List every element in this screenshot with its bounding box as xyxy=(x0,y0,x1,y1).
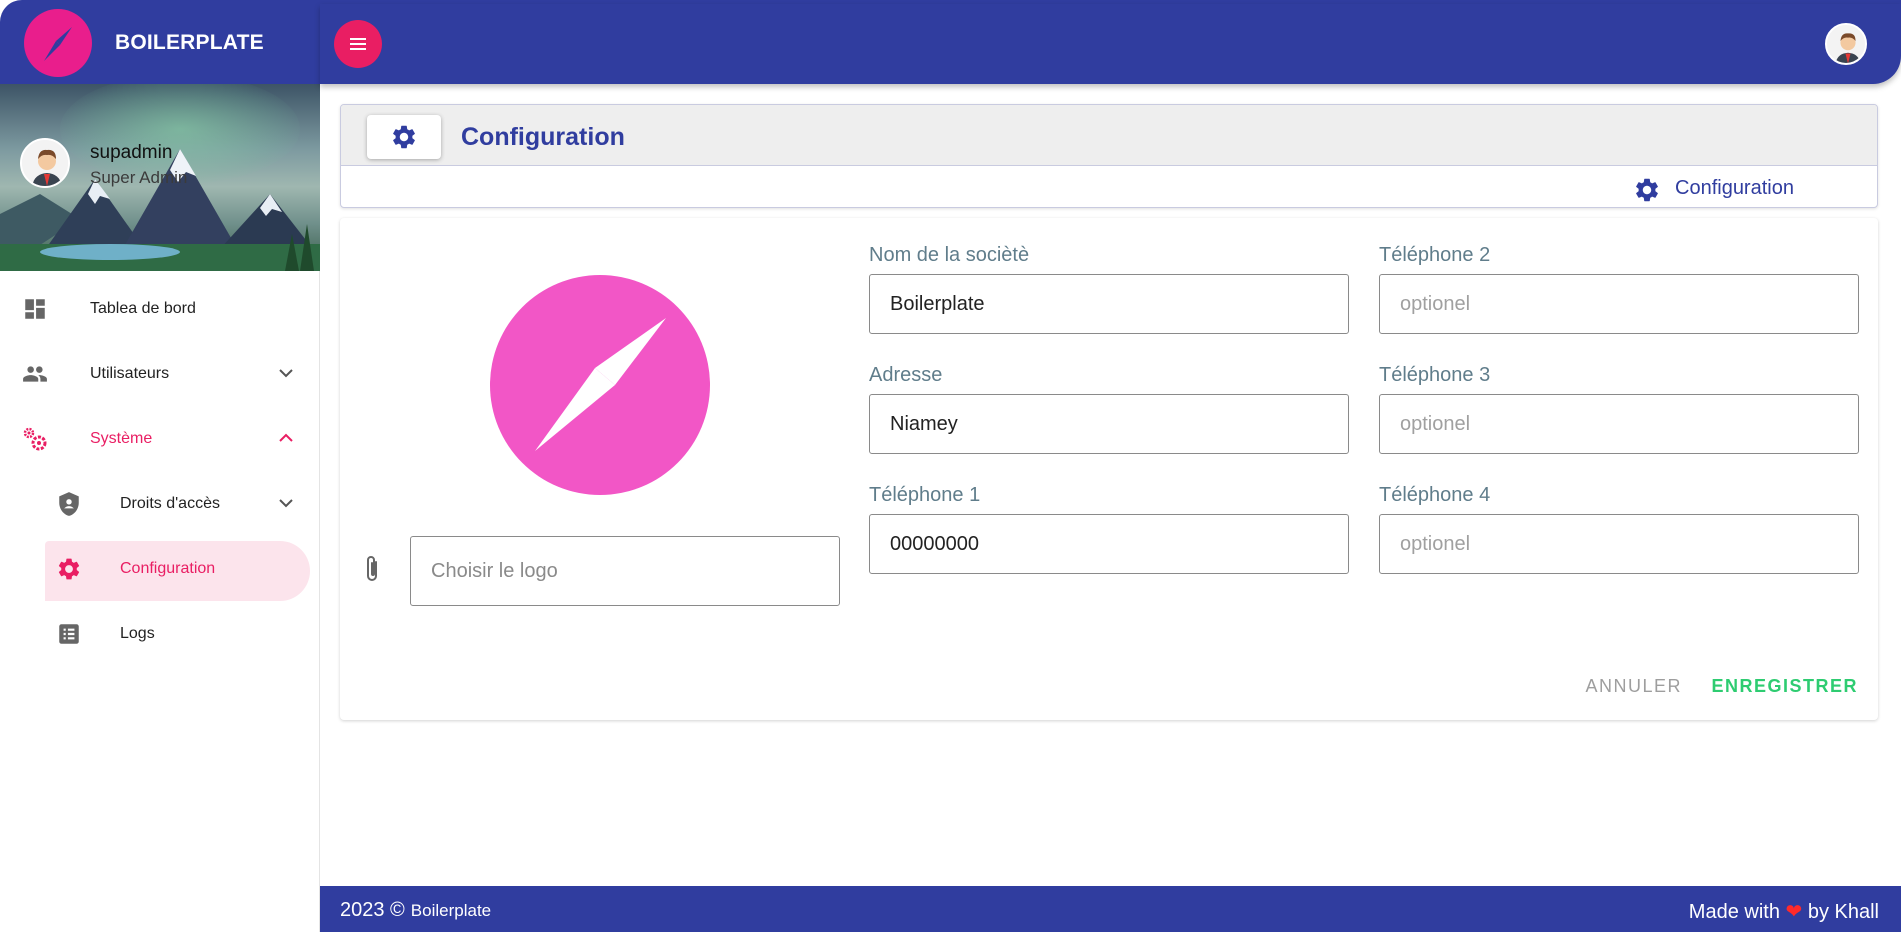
user-avatar-button[interactable] xyxy=(1825,23,1867,65)
compass-logo-icon xyxy=(535,318,666,451)
footer-copyright: 2023 © Boilerplate xyxy=(340,899,492,921)
cancel-button[interactable]: ANNULER xyxy=(1585,676,1682,697)
footer-brand: Boilerplate xyxy=(410,901,492,920)
sidebar-item-label: Tablea de bord xyxy=(90,300,196,317)
logo-file-input[interactable]: Choisir le logo xyxy=(410,536,840,606)
sidebar-item-label: Logs xyxy=(120,625,155,642)
breadcrumb[interactable]: Configuration xyxy=(1633,175,1833,203)
company-name-field[interactable]: Boilerplate xyxy=(869,274,1349,334)
company-logo-preview xyxy=(490,275,710,495)
top-app-bar xyxy=(320,4,1901,84)
company-name-label: Nom de la sociètè xyxy=(869,244,1030,266)
phone2-field[interactable]: optionel xyxy=(1379,274,1859,334)
brand-header: BOILERPLATE xyxy=(0,0,320,84)
sidebar-item-label: Système xyxy=(90,430,153,447)
footer-credit: Made with ❤ by Khall xyxy=(1688,901,1879,923)
address-label: Adresse xyxy=(869,364,943,386)
sidebar-item-users[interactable]: Utilisateurs xyxy=(0,345,320,401)
user-name: supadmin xyxy=(90,142,173,163)
footer: 2023 © Boilerplate Made with ❤ by Khall xyxy=(320,886,1901,932)
phone3-label: Téléphone 3 xyxy=(1379,364,1491,386)
gear-icon xyxy=(58,558,80,580)
paperclip-icon[interactable] xyxy=(362,554,382,584)
phone3-field[interactable]: optionel xyxy=(1379,394,1859,454)
chevron-down-icon xyxy=(279,499,293,508)
save-button[interactable]: ENREGISTRER xyxy=(1711,676,1858,697)
menu-toggle-button[interactable] xyxy=(334,20,382,68)
configuration-form: Choisir le logo Nom de la sociètè Boiler… xyxy=(340,218,1878,720)
breadcrumb-label: Configuration xyxy=(1675,177,1794,199)
sidebar-item-access-rights[interactable]: Droits d'accès xyxy=(0,475,320,531)
phone4-label: Téléphone 4 xyxy=(1379,484,1491,506)
chevron-up-icon xyxy=(279,433,293,442)
sidebar-item-configuration[interactable]: Configuration xyxy=(0,540,320,596)
page-header-card: Configuration Configuration xyxy=(340,104,1878,208)
sidebar: BOILERPLATE supadmin Super Admin Tablea … xyxy=(0,0,320,932)
brand-name: BOILERPLATE xyxy=(115,31,264,54)
profile-banner: supadmin Super Admin xyxy=(0,84,320,271)
sidebar-item-logs[interactable]: Logs xyxy=(0,605,320,661)
sidebar-item-dashboard[interactable]: Tablea de bord xyxy=(0,280,320,336)
page-title: Configuration xyxy=(461,123,625,151)
shield-icon xyxy=(59,492,79,516)
page-icon-box xyxy=(367,115,441,159)
sidebar-item-system[interactable]: Système xyxy=(0,410,320,466)
compass-logo-icon xyxy=(24,9,92,77)
sidebar-item-label: Configuration xyxy=(120,560,216,577)
user-role: Super Admin xyxy=(90,168,188,187)
phone4-field[interactable]: optionel xyxy=(1379,514,1859,574)
users-icon xyxy=(23,366,47,382)
phone1-label: Téléphone 1 xyxy=(869,484,981,506)
gear-icon xyxy=(393,125,415,149)
list-icon xyxy=(59,624,79,644)
gear-icon xyxy=(1636,178,1658,202)
phone1-field[interactable]: 00000000 xyxy=(869,514,1349,574)
chevron-down-icon xyxy=(279,369,293,378)
heart-icon: ❤ xyxy=(1785,901,1803,923)
avatar[interactable] xyxy=(20,138,70,188)
hamburger-icon xyxy=(350,38,366,50)
sidebar-item-label: Utilisateurs xyxy=(90,365,170,382)
system-gears-icon xyxy=(23,427,47,451)
address-field[interactable]: Niamey xyxy=(869,394,1349,454)
phone2-label: Téléphone 2 xyxy=(1379,244,1491,266)
dashboard-icon xyxy=(25,299,45,319)
sidebar-item-label: Droits d'accès xyxy=(120,495,220,512)
